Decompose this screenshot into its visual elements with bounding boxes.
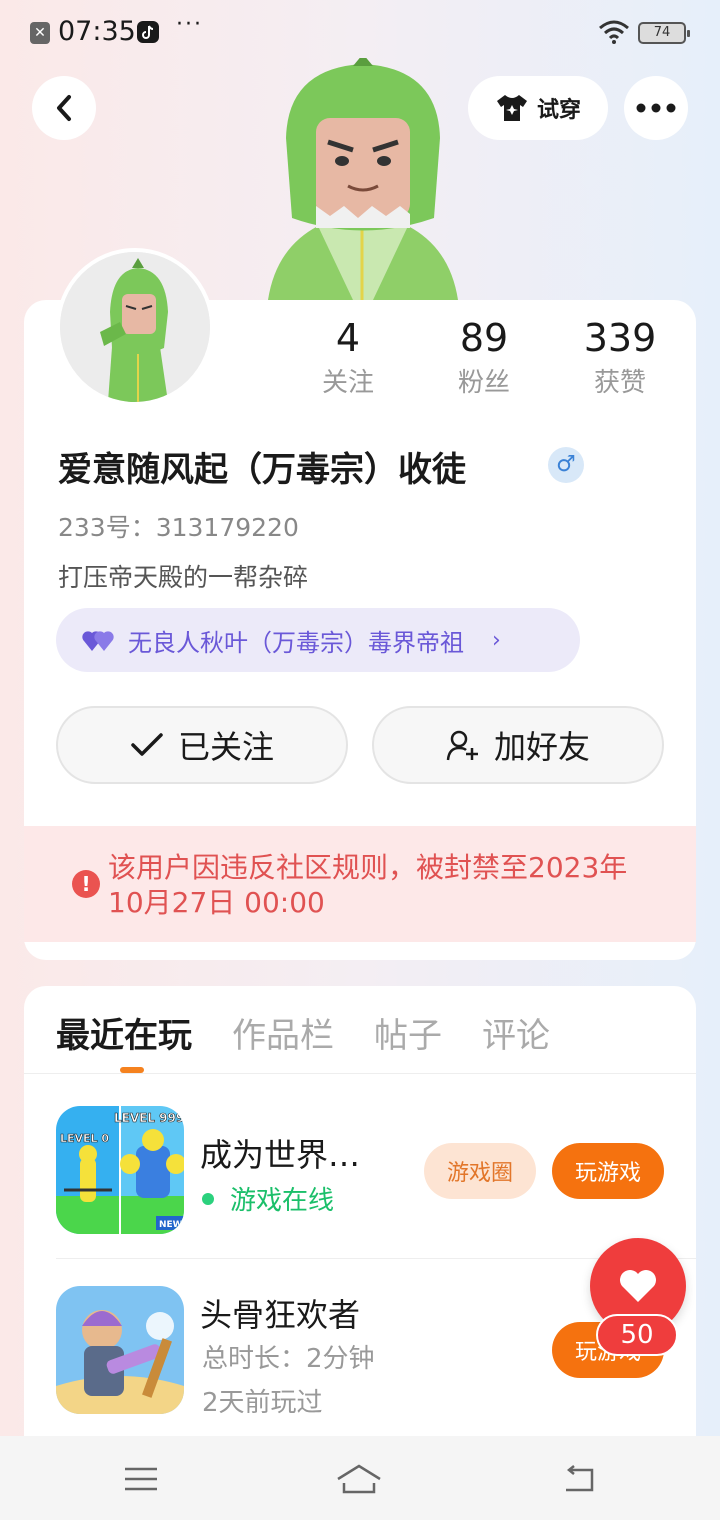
heart-icon [620, 1270, 656, 1302]
online-status-text: 游戏在线 [230, 1186, 335, 1216]
play-game-button[interactable]: 玩游戏 [552, 1143, 664, 1199]
game-name: 成为世界… [200, 1136, 361, 1174]
add-user-icon [446, 730, 478, 761]
home-nav-button[interactable] [336, 1456, 382, 1502]
avatar[interactable] [56, 248, 214, 406]
battery-icon: 74 [638, 22, 690, 44]
wifi-icon [598, 20, 630, 48]
hero-avatar-figure [258, 54, 468, 300]
home-icon [337, 1464, 381, 1494]
game-last-played: 2天前玩过 [202, 1388, 323, 1418]
stat-fans-label: 粉丝 [457, 368, 510, 398]
status-bar: ✕ 07:35 ··· 74 [0, 0, 720, 66]
user-id: 233号：313179220 [58, 513, 299, 542]
online-dot-icon [202, 1192, 214, 1205]
stat-fans-count: 89 [459, 316, 509, 360]
game-community-button[interactable]: 游戏圈 [424, 1143, 536, 1199]
tab-posts[interactable]: 帖子 [374, 1008, 442, 1057]
more-options-button[interactable] [624, 76, 688, 140]
gender-male-icon: ♂ [548, 447, 584, 483]
title-pill-text: 无良人秋叶（万毒宗）毒界帝祖 [128, 628, 464, 657]
tab-divider [24, 1073, 696, 1074]
try-on-button[interactable]: 试穿 [468, 76, 608, 140]
chevron-left-icon [57, 95, 71, 121]
warning-icon: ! [72, 870, 100, 898]
username: 爱意随风起（万毒宗）收徒 [58, 450, 466, 490]
tiktok-notification-icon [137, 21, 159, 43]
tab-recently-played[interactable]: 最近在玩 [56, 1008, 192, 1057]
user-bio: 打压帝天殿的一帮杂碎 [58, 563, 309, 592]
game-icon-text-right: LEVEL 999 [114, 1111, 184, 1125]
game-icon[interactable] [56, 1286, 184, 1414]
notification-icon: ✕ [30, 22, 50, 44]
ban-notice-text: 该用户因违反社区规则，被封禁至2023年10月27日 00:00 [108, 851, 628, 919]
tab-comments[interactable]: 评论 [482, 1008, 550, 1057]
profile-tabs: 最近在玩 作品栏 帖子 评论 [56, 1008, 550, 1057]
stat-likes-label: 获赞 [593, 368, 646, 398]
shirt-icon [496, 95, 527, 121]
stat-following-count: 4 [335, 316, 361, 360]
game-icon[interactable]: LEVEL 0 LEVEL 999 NEW [56, 1106, 184, 1234]
stat-likes[interactable]: 339 获赞 [560, 316, 680, 399]
stat-fans[interactable]: 89 粉丝 [424, 316, 544, 399]
relationship-title-pill[interactable]: 无良人秋叶（万毒宗）毒界帝祖 › [56, 608, 580, 672]
like-count: 50 [596, 1314, 678, 1356]
back-nav-button[interactable] [556, 1456, 602, 1502]
add-friend-label: 加好友 [493, 728, 590, 766]
status-more-icon: ··· [176, 12, 203, 37]
try-on-label: 试穿 [536, 98, 581, 123]
tab-works[interactable]: 作品栏 [232, 1008, 334, 1057]
add-friend-button[interactable]: 加好友 [372, 706, 664, 784]
chevron-right-icon: › [492, 627, 501, 653]
menu-icon [125, 1467, 157, 1491]
game-name: 头骨狂欢者 [200, 1296, 361, 1334]
stat-following[interactable]: 4 关注 [288, 316, 408, 399]
game-play-duration: 总时长：2分钟 [202, 1344, 375, 1374]
following-label: 已关注 [177, 728, 274, 766]
back-arrow-icon [566, 1465, 594, 1492]
game-icon-text-left: LEVEL 0 [60, 1132, 109, 1145]
following-button[interactable]: 已关注 [56, 706, 348, 784]
status-time: 07:35 [58, 16, 136, 47]
more-dots-icon [636, 103, 676, 113]
double-heart-icon [82, 631, 114, 651]
stat-following-label: 关注 [321, 368, 374, 398]
menu-nav-button[interactable] [118, 1456, 164, 1502]
check-icon [131, 733, 163, 756]
game-online-status: 游戏在线 [202, 1180, 334, 1217]
stat-likes-count: 339 [583, 316, 657, 360]
back-button[interactable] [32, 76, 96, 140]
